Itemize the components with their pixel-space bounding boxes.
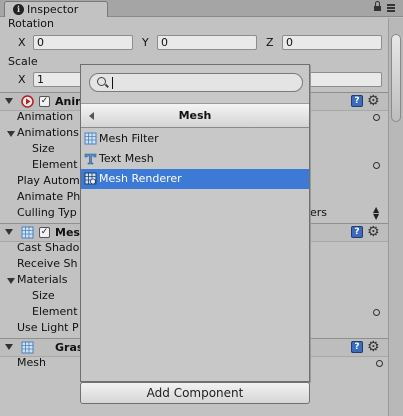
script-icon (21, 341, 34, 354)
foldout-arrow[interactable] (7, 278, 15, 284)
menu-item-mesh-renderer[interactable]: Mesh Renderer (81, 169, 309, 189)
enabled-checkbox[interactable]: ✓ (39, 96, 50, 107)
add-component-button[interactable]: Add Component (80, 382, 310, 404)
mesh-field-label: Mesh (17, 356, 46, 369)
culling-type-label: Culling Typ (17, 206, 77, 219)
menu-item-label: Mesh Renderer (99, 172, 182, 185)
gear-icon[interactable]: ⚙ (367, 93, 380, 109)
rotation-y-label: Y (142, 36, 149, 49)
materials-element-label: Element (32, 305, 78, 318)
animations-element-label: Element (32, 158, 78, 171)
mesh-renderer-icon (21, 226, 34, 239)
gear-icon[interactable]: ⚙ (367, 224, 380, 240)
materials-size-label: Size (32, 289, 55, 302)
tab-label: Inspector (27, 3, 79, 16)
enabled-checkbox[interactable]: ✓ (39, 227, 50, 238)
foldout-arrow[interactable] (5, 229, 13, 235)
gear-icon[interactable]: ⚙ (367, 339, 380, 355)
rotation-x-label: X (18, 36, 26, 49)
text-caret (112, 77, 113, 89)
vertical-scrollbar[interactable] (388, 18, 403, 416)
mesh-filter-icon (84, 132, 97, 145)
tab-bar: i Inspector (0, 0, 403, 17)
mesh-renderer-icon (84, 172, 97, 185)
cast-shadows-label: Cast Shado (17, 241, 80, 254)
rotation-z-field[interactable]: 0 (282, 35, 382, 50)
animation-field-label: Animation (17, 110, 74, 123)
category-title: Mesh (178, 109, 212, 122)
help-icon[interactable]: ? (351, 226, 363, 238)
materials-label: Materials (17, 273, 68, 286)
text-mesh-icon (84, 153, 97, 165)
rotation-y-field[interactable]: 0 (157, 35, 257, 50)
tab-inspector[interactable]: i Inspector (4, 1, 108, 17)
object-picker-icon[interactable] (373, 114, 380, 121)
culling-type-value[interactable]: ers (310, 206, 327, 219)
object-picker-icon[interactable] (373, 309, 380, 316)
search-input[interactable] (89, 73, 303, 92)
scale-label: Scale (8, 55, 38, 68)
menu-icon[interactable] (387, 4, 395, 12)
play-automatically-label: Play Autom (17, 174, 80, 187)
menu-item-mesh-filter[interactable]: Mesh Filter (81, 129, 309, 149)
help-icon[interactable]: ? (351, 95, 363, 107)
add-component-popup: Mesh Mesh Filter Text Mesh Mesh Renderer (80, 64, 310, 382)
animate-physics-label: Animate Ph (17, 190, 81, 203)
rotation-z-label: Z (266, 36, 274, 49)
lock-icon[interactable] (374, 1, 381, 11)
rotation-x-field[interactable]: 0 (33, 35, 133, 50)
dropdown-arrows-icon: ▲ ▼ (373, 205, 380, 221)
animation-icon (21, 95, 34, 108)
foldout-arrow[interactable] (5, 98, 13, 104)
receive-shadows-label: Receive Sh (17, 257, 78, 270)
use-light-probes-label: Use Light P (17, 321, 79, 334)
menu-item-label: Text Mesh (99, 152, 154, 165)
help-icon[interactable]: ? (351, 341, 363, 353)
foldout-arrow[interactable] (7, 131, 15, 137)
scale-x-label: X (18, 73, 26, 86)
foldout-arrow[interactable] (5, 344, 13, 350)
info-icon: i (13, 4, 24, 15)
menu-item-text-mesh[interactable]: Text Mesh (81, 149, 309, 169)
component-title: Mes (55, 226, 80, 239)
menu-item-label: Mesh Filter (99, 132, 159, 145)
rotation-label: Rotation (8, 17, 55, 30)
object-picker-icon[interactable] (373, 162, 380, 169)
animations-size-label: Size (32, 142, 55, 155)
animations-label: Animations (17, 126, 79, 139)
scrollbar-thumb[interactable] (391, 34, 401, 122)
object-picker-icon[interactable] (376, 360, 383, 367)
category-header: Mesh (81, 103, 309, 128)
search-icon (97, 77, 106, 86)
